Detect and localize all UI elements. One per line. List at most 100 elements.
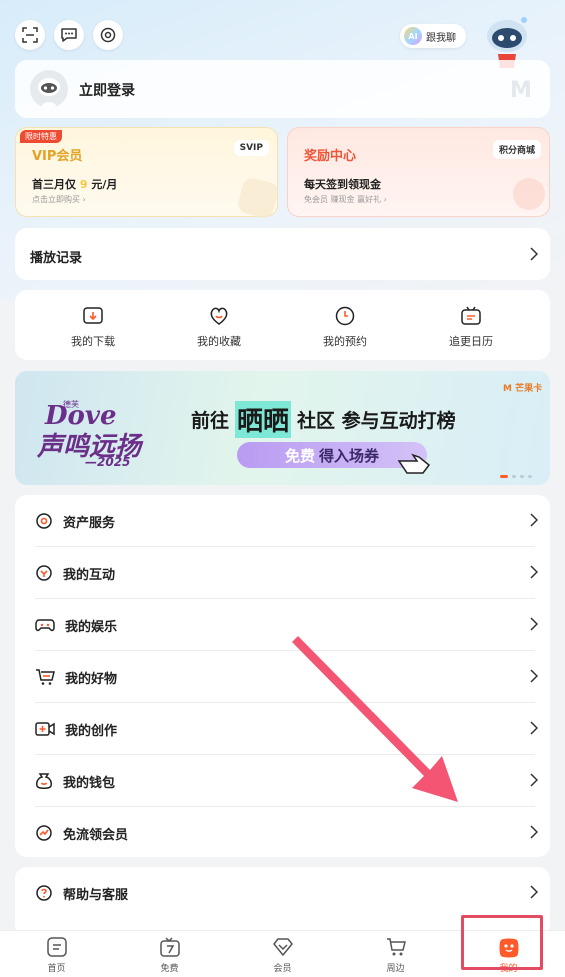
cart-icon bbox=[386, 937, 406, 955]
quick-action-reservation[interactable]: 我的预约 bbox=[290, 305, 400, 349]
gear-icon bbox=[100, 27, 116, 43]
nav-label: 周边 bbox=[386, 963, 405, 974]
asset-icon bbox=[36, 513, 52, 529]
watermark-logo: M bbox=[510, 78, 532, 103]
login-label: 立即登录 bbox=[79, 83, 135, 99]
chevron-right-icon bbox=[530, 773, 538, 787]
menu-item-label: 资产服务 bbox=[63, 515, 116, 531]
quick-action-label: 追更日历 bbox=[449, 335, 493, 348]
promo-banner[interactable]: 德芙 Dove 声鸣远扬 —2025 M 芒果卡 前往 晒晒 社区 参与互动打榜… bbox=[15, 371, 550, 485]
favorite-icon bbox=[210, 307, 228, 325]
nav-home[interactable]: 首页 bbox=[0, 931, 113, 977]
quick-action-favorite[interactable]: 我的收藏 bbox=[164, 305, 274, 349]
menu-item-interaction[interactable]: 我的互动 bbox=[15, 547, 550, 599]
banner-year: —2025 bbox=[85, 455, 131, 469]
annotation-arrow bbox=[292, 636, 458, 802]
play-history-label: 播放记录 bbox=[30, 251, 83, 266]
chevron-right-icon bbox=[530, 513, 538, 527]
reward-card[interactable]: 奖励中心 积分商城 每天签到领现金 免会员 赚现金 赢好礼 › bbox=[287, 127, 550, 217]
banner-headline-suffix: 社区 参与互动打榜 bbox=[297, 410, 456, 432]
nav-merch[interactable]: 周边 bbox=[339, 931, 452, 977]
highlight-box bbox=[461, 915, 543, 970]
help-icon bbox=[36, 885, 52, 901]
quick-action-label: 我的收藏 bbox=[197, 335, 241, 348]
pager-dot bbox=[512, 475, 516, 478]
menu-item-label: 我的互动 bbox=[63, 567, 116, 583]
video-camera-icon bbox=[35, 722, 55, 736]
banner-sponsor: M 芒果卡 bbox=[503, 384, 543, 394]
message-button[interactable] bbox=[54, 20, 84, 50]
login-card[interactable]: 立即登录 M bbox=[15, 60, 550, 118]
ai-badge-icon: AI bbox=[404, 27, 422, 45]
reward-line: 每天签到领现金 bbox=[304, 178, 381, 191]
wallet-icon bbox=[36, 773, 52, 789]
download-icon bbox=[83, 307, 103, 324]
svip-badge[interactable]: SVIP bbox=[233, 140, 269, 156]
ai-chat-button[interactable]: AI 跟我聊 bbox=[400, 24, 466, 48]
vip-sub: 点击立即购买 › bbox=[32, 195, 86, 204]
nav-label: 会员 bbox=[273, 963, 292, 974]
reward-title: 奖励中心 bbox=[304, 149, 357, 164]
menu-item-label: 我的钱包 bbox=[63, 775, 116, 791]
quick-action-label: 我的下载 bbox=[71, 335, 115, 348]
pager-dot bbox=[528, 475, 532, 478]
nav-vip[interactable]: 会员 bbox=[226, 931, 339, 977]
chevron-right-icon bbox=[530, 721, 538, 735]
reward-decor-icon bbox=[513, 178, 545, 210]
quick-action-calendar[interactable]: 追更日历 bbox=[416, 305, 526, 349]
pointing-hand-icon bbox=[397, 453, 431, 474]
quick-action-label: 我的预约 bbox=[323, 335, 367, 348]
points-mall-badge[interactable]: 积分商城 bbox=[492, 140, 541, 159]
nav-label: 免费 bbox=[160, 963, 179, 974]
chevron-right-icon bbox=[530, 669, 538, 683]
avatar bbox=[30, 70, 68, 108]
home-icon bbox=[46, 936, 67, 957]
chevron-right-icon bbox=[530, 885, 538, 899]
vip-diamond-icon bbox=[272, 937, 293, 956]
vip-card[interactable]: 限时特惠 VIP会员 SVIP 首三月仅 9 元/月 点击立即购买 › bbox=[15, 127, 281, 221]
free-tv-icon bbox=[159, 936, 180, 957]
shopping-cart-icon bbox=[36, 669, 55, 685]
vip-promo-prefix: 首三月仅 bbox=[32, 178, 76, 191]
settings-button[interactable] bbox=[93, 20, 123, 50]
vip-decor-icon bbox=[235, 175, 281, 221]
quick-actions: 我的下载 我的收藏 我的预约 追更日历 bbox=[15, 290, 550, 360]
reward-sub: 免会员 赚现金 赢好礼 › bbox=[304, 195, 387, 204]
data-free-icon bbox=[36, 825, 52, 841]
banner-cta-highlight: 免费 bbox=[284, 446, 315, 465]
message-icon bbox=[61, 28, 77, 42]
vip-promo: 首三月仅 9 元/月 bbox=[32, 176, 117, 192]
gamepad-icon bbox=[35, 619, 55, 632]
chevron-right-icon bbox=[530, 565, 538, 579]
menu-item-help[interactable]: 帮助与客服 bbox=[15, 867, 550, 919]
vip-tag: 限时特惠 bbox=[20, 130, 62, 143]
quick-action-download[interactable]: 我的下载 bbox=[38, 305, 148, 349]
scan-button[interactable] bbox=[15, 20, 45, 50]
pager-dot-active bbox=[500, 475, 508, 478]
menu-item-assets[interactable]: 资产服务 bbox=[15, 495, 550, 547]
reservation-icon bbox=[335, 306, 355, 326]
menu-item-label: 我的好物 bbox=[65, 671, 118, 687]
menu-item-label: 我的娱乐 bbox=[65, 619, 118, 635]
calendar-icon bbox=[461, 306, 481, 325]
scan-icon bbox=[22, 27, 38, 43]
menu-item-label: 帮助与客服 bbox=[63, 887, 129, 903]
interaction-icon bbox=[36, 565, 52, 581]
nav-free[interactable]: 免费 bbox=[113, 931, 226, 977]
chevron-right-icon bbox=[530, 617, 538, 631]
menu-item-label: 我的创作 bbox=[65, 723, 118, 739]
pager-dot bbox=[520, 475, 524, 478]
play-history-row[interactable]: 播放记录 bbox=[15, 228, 550, 280]
banner-cta-label: 得入场券 bbox=[319, 446, 380, 465]
nav-label: 首页 bbox=[47, 963, 66, 974]
vip-promo-price: 9 bbox=[79, 178, 88, 191]
menu-item-label: 免流领会员 bbox=[63, 827, 129, 843]
banner-headline: 前往 晒晒 社区 参与互动打榜 bbox=[191, 401, 456, 438]
chevron-right-icon bbox=[530, 247, 538, 261]
banner-pager bbox=[500, 475, 532, 478]
banner-headline-prefix: 前往 bbox=[191, 410, 230, 432]
vip-title: VIP会员 bbox=[32, 149, 83, 164]
chevron-right-icon bbox=[530, 825, 538, 839]
ai-chat-label: 跟我聊 bbox=[426, 32, 456, 44]
vip-promo-suffix: 元/月 bbox=[91, 178, 118, 191]
